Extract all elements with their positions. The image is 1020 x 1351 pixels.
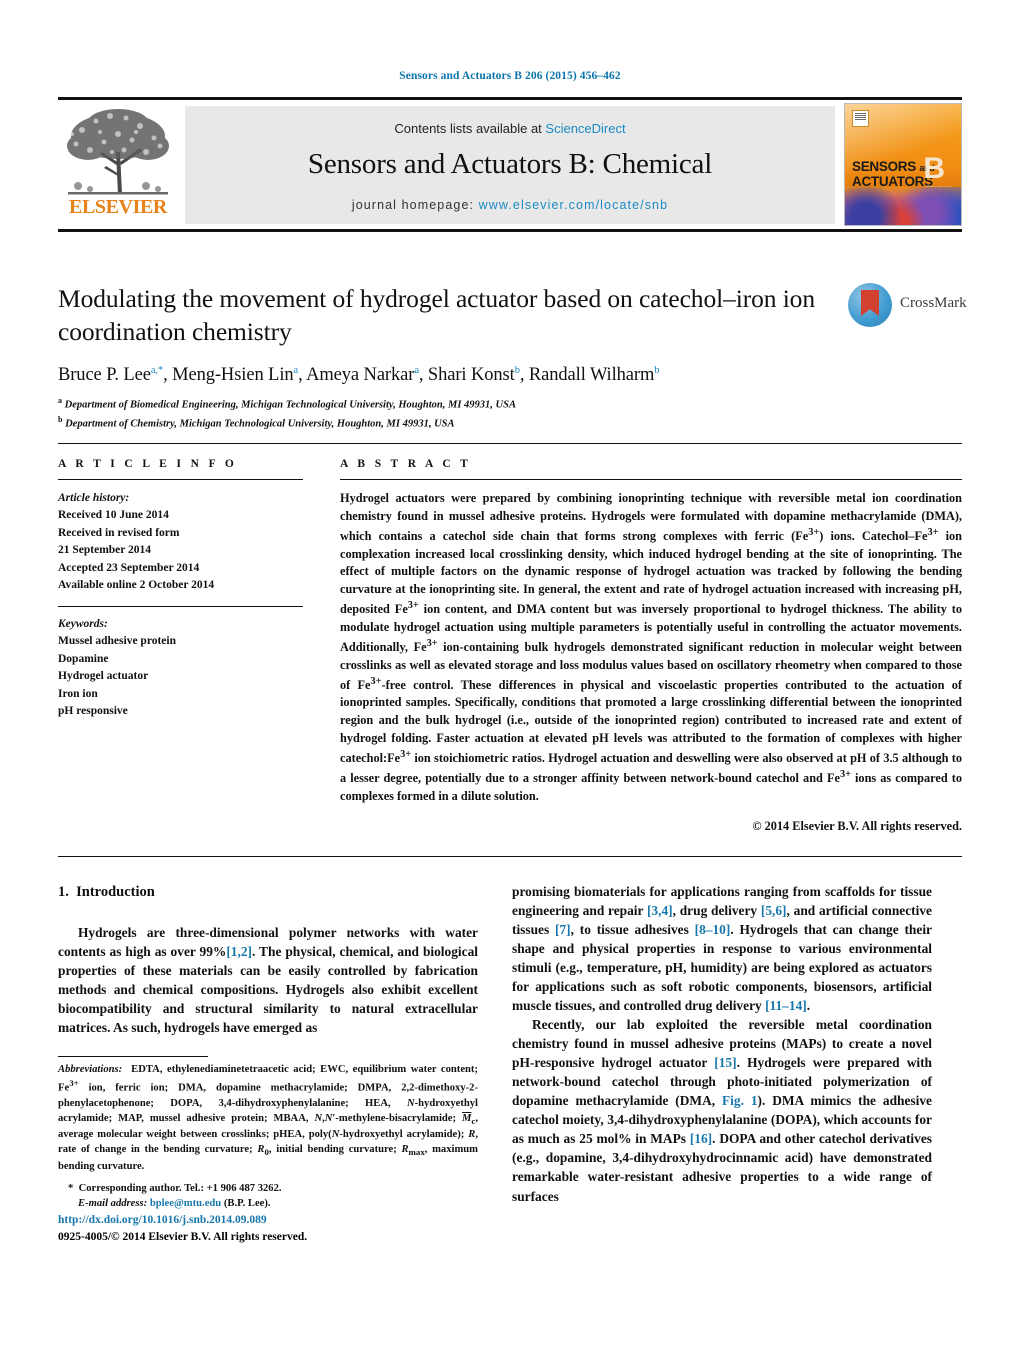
masthead-bottom-rule: [58, 229, 962, 232]
citation-link[interactable]: [1,2]: [226, 944, 252, 959]
rmax-symbol: R: [401, 1144, 409, 1156]
cover-elsevier-icon: [852, 110, 869, 127]
contents-prefix: Contents lists available at: [394, 121, 546, 136]
article-info-column: A R T I C L E I N F O Article history: R…: [58, 458, 303, 721]
abstract-heading: A B S T R A C T: [340, 458, 472, 470]
citation-link[interactable]: [8–10]: [695, 922, 731, 937]
history-item: 21 September 2014: [58, 544, 152, 557]
corresponding-text: Corresponding author. Tel.: +1 906 487 3…: [78, 1182, 282, 1194]
article-info-heading: A R T I C L E I N F O: [58, 458, 238, 470]
citation-link[interactable]: [15]: [714, 1055, 736, 1070]
doi-link[interactable]: http://dx.doi.org/10.1016/j.snb.2014.09.…: [58, 1212, 307, 1229]
keywords-block: Keywords: Mussel adhesive protein Dopami…: [58, 616, 303, 721]
introduction-right-column: promising biomaterials for applications …: [512, 882, 932, 1206]
journal-article-page: Sensors and Actuators B 206 (2015) 456–4…: [0, 0, 1020, 1351]
crossmark-badge[interactable]: CrossMark: [848, 283, 967, 331]
intro-paragraph-1-right: promising biomaterials for applications …: [512, 884, 932, 1014]
issn-copyright-line: 0925-4005/© 2014 Elsevier B.V. All right…: [58, 1230, 308, 1243]
section-heading-introduction: 1. Introduction: [58, 882, 478, 903]
section-title: Introduction: [76, 884, 155, 900]
journal-homepage-line: journal homepage: www.elsevier.com/locat…: [185, 198, 835, 212]
introduction-left-column: 1. Introduction Hydrogels are three-dime…: [58, 882, 478, 1037]
affiliation-a-text: Department of Biomedical Engineering, Mi…: [64, 399, 516, 411]
crossmark-label: CrossMark: [900, 295, 967, 311]
intro-paragraph-2: Recently, our lab exploited the reversib…: [512, 1017, 932, 1204]
cover-artwork: [845, 187, 961, 225]
sciencedirect-link[interactable]: ScienceDirect: [545, 121, 625, 136]
cover-line-1: SENSORS and: [852, 159, 935, 174]
article-history-label: Article history:: [58, 492, 130, 504]
abstract-text: Hydrogel actuators were prepared by comb…: [340, 491, 963, 803]
author-email-link[interactable]: bplee@mtu.edu: [150, 1198, 221, 1209]
history-item: Available online 2 October 2014: [58, 579, 215, 592]
corresponding-author-note: * Corresponding author. Tel.: +1 906 487…: [58, 1181, 478, 1196]
mc-symbol: M: [462, 1112, 472, 1124]
homepage-prefix: journal homepage:: [351, 198, 475, 212]
affiliation-b-text: Department of Chemistry, Michigan Techno…: [65, 418, 455, 430]
email-label: E-mail address:: [78, 1198, 148, 1209]
citation-link[interactable]: [3,4]: [647, 903, 673, 918]
article-info-rule: [58, 479, 303, 480]
elsevier-tree-icon: [60, 106, 176, 198]
corresponding-marker: *: [68, 1182, 74, 1194]
keywords-rule: [58, 605, 303, 607]
abbreviations-note: Abbreviations: EDTA, ethylenediaminetetr…: [58, 1064, 479, 1172]
history-item: Received 10 June 2014: [58, 509, 169, 522]
history-item: Received in revised form: [58, 526, 180, 539]
article-history: Article history: Received 10 June 2014 R…: [58, 490, 303, 595]
elsevier-wordmark: ELSEVIER: [69, 196, 167, 218]
article-title-block: Modulating the movement of hydrogel actu…: [58, 283, 828, 432]
elsevier-logo: ELSEVIER: [58, 106, 178, 224]
citation-link[interactable]: Fig. 1: [722, 1093, 758, 1108]
keyword-item: Iron ion: [58, 687, 98, 700]
journal-title: Sensors and Actuators B: Chemical: [307, 148, 713, 180]
abbreviations-label: Abbreviations:: [58, 1064, 123, 1075]
running-head: Sensors and Actuators B 206 (2015) 456–4…: [399, 70, 621, 82]
author-list: Bruce P. Leea,*, Meng-Hsien Lina, Ameya …: [58, 365, 660, 386]
keyword-item: Hydrogel actuator: [58, 670, 149, 683]
section-number: 1.: [58, 884, 69, 900]
citation-link[interactable]: [5,6]: [761, 903, 787, 918]
cover-volume-letter: B: [923, 152, 945, 185]
abstract-copyright: © 2014 Elsevier B.V. All rights reserved…: [752, 818, 962, 833]
affiliation-a: a Department of Biomedical Engineering, …: [58, 396, 516, 411]
page-footer: http://dx.doi.org/10.1016/j.snb.2014.09.…: [58, 1212, 307, 1245]
masthead-top-rule: [58, 97, 962, 100]
r-symbol: R: [468, 1129, 476, 1141]
keyword-item: Mussel adhesive protein: [58, 635, 176, 648]
citation-link[interactable]: [16]: [690, 1131, 712, 1146]
abstract-rule: [340, 479, 962, 480]
footnote-block: Abbreviations: EDTA, ethylenediaminetetr…: [58, 1062, 478, 1211]
citation-link[interactable]: [11–14]: [765, 998, 807, 1013]
crossmark-circle-icon: [848, 283, 892, 327]
keyword-item: pH responsive: [58, 705, 128, 718]
journal-banner: Contents lists available at ScienceDirec…: [185, 106, 835, 224]
intro-paragraph-1-left: Hydrogels are three-dimensional polymer …: [58, 924, 478, 1035]
history-item: Accepted 23 September 2014: [58, 561, 200, 574]
contents-available-line: Contents lists available at ScienceDirec…: [185, 121, 835, 136]
citation-link[interactable]: [7]: [555, 922, 571, 937]
journal-homepage-link[interactable]: www.elsevier.com/locate/snb: [479, 198, 669, 212]
keyword-item: Dopamine: [58, 652, 109, 665]
footnote-rule: [58, 1056, 208, 1057]
crossmark-bookmark-icon: [861, 290, 879, 316]
keywords-label: Keywords:: [58, 617, 108, 630]
email-suffix: (B.P. Lee).: [223, 1198, 271, 1209]
journal-masthead: ELSEVIER Contents lists available at Sci…: [58, 97, 962, 232]
journal-cover-thumbnail: SENSORS and ACTUATORS B Chemical: [844, 103, 962, 226]
email-note: E-mail address: bplee@mtu.edu (B.P. Lee)…: [58, 1196, 478, 1211]
cover-sensors-text: SENSORS: [852, 159, 916, 174]
info-section-top-rule: [58, 443, 962, 444]
info-section-bottom-rule: [58, 856, 962, 857]
abstract-column: A B S T R A C T Hydrogel actuators were …: [340, 458, 962, 834]
page-title: Modulating the movement of hydrogel actu…: [58, 284, 815, 346]
affiliation-b: b Department of Chemistry, Michigan Tech…: [58, 415, 455, 430]
